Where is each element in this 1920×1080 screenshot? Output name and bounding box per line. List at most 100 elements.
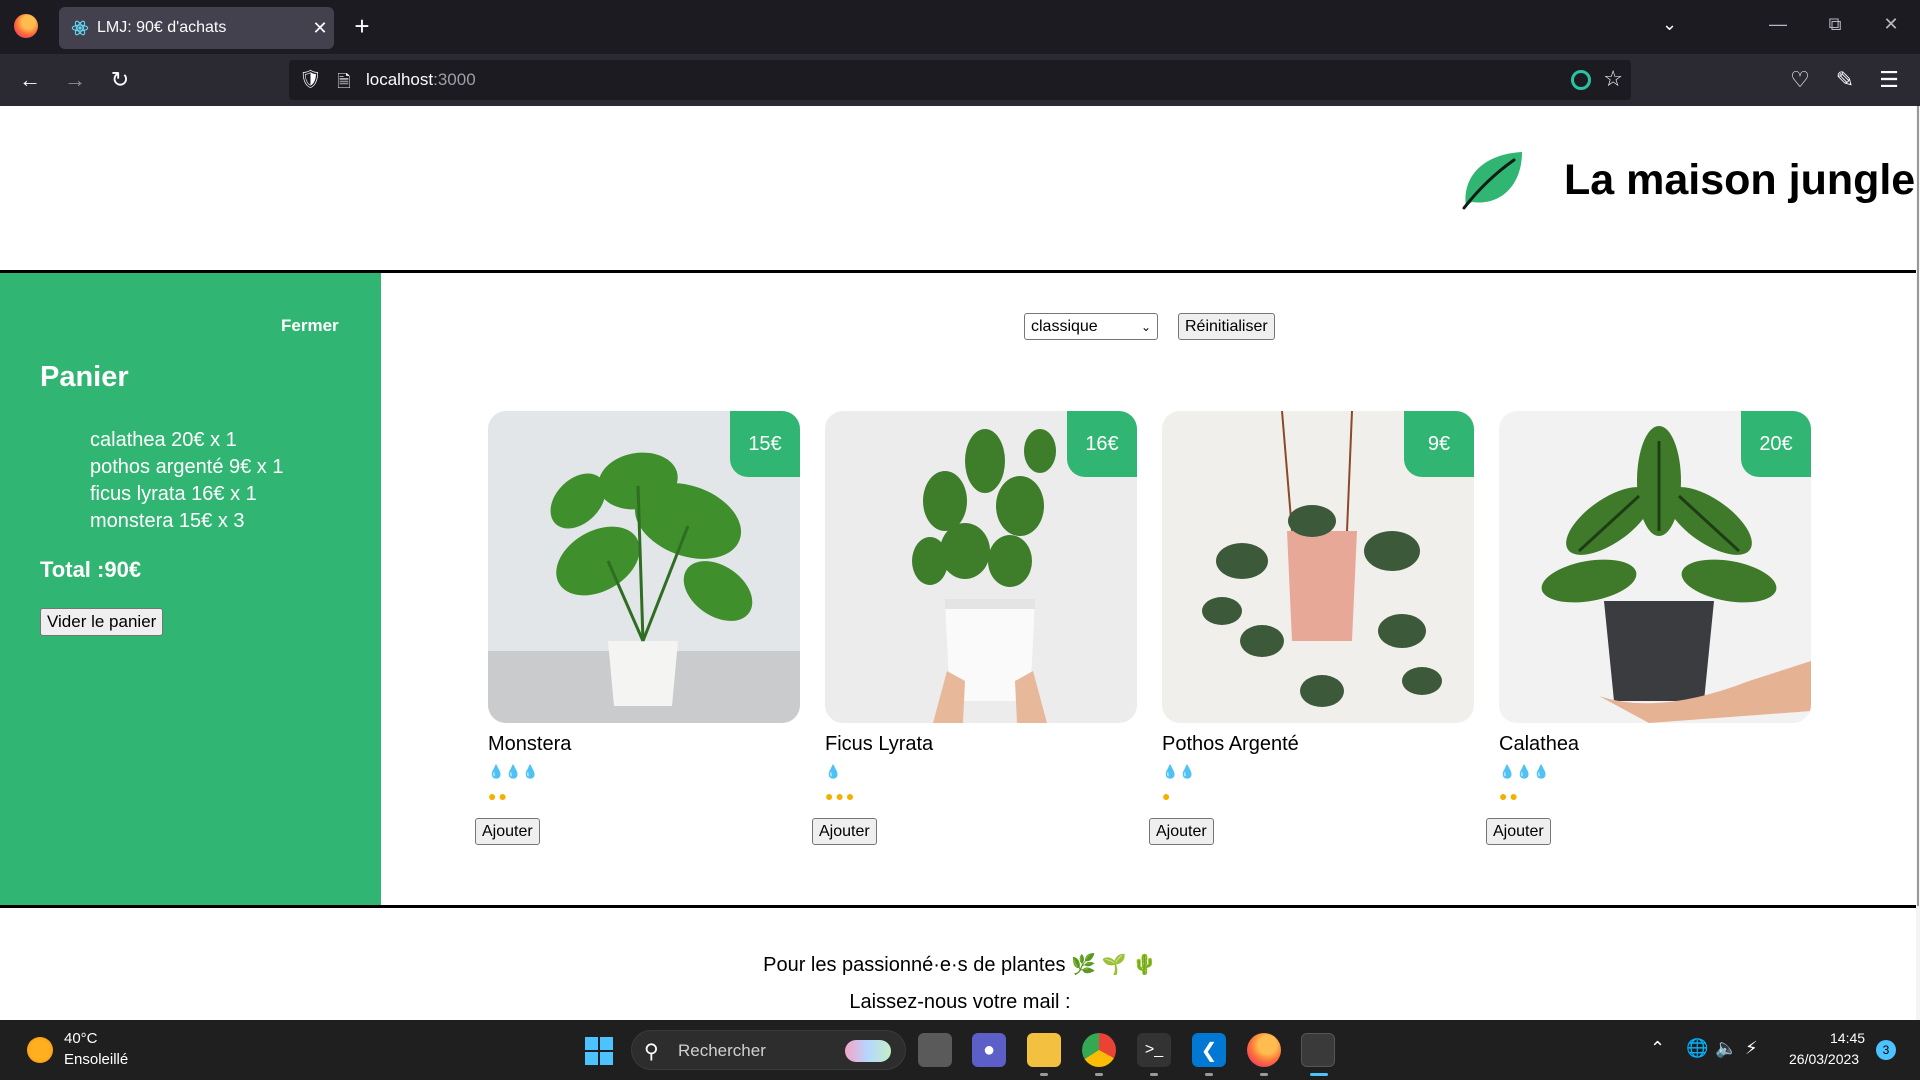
close-window-icon[interactable]: ✕ — [1871, 14, 1911, 35]
plant-name: Ficus Lyrata — [825, 733, 934, 755]
terminal-icon[interactable]: >_ — [1137, 1033, 1171, 1067]
cart-panel: Fermer Panier calathea 20€ x 1 pothos ar… — [0, 273, 381, 905]
search-icon: ⚲ — [644, 1041, 659, 1063]
snipping-tool-icon[interactable] — [1301, 1033, 1335, 1067]
plant-name: Pothos Argenté — [1162, 733, 1299, 755]
price-badge: 20€ — [1741, 411, 1811, 477]
banner: La maison jungle — [0, 106, 1920, 272]
water-care-icons: 💧💧💧 — [1499, 764, 1551, 779]
scrollbar-thumb[interactable] — [1917, 106, 1919, 906]
extensions-icon[interactable]: ✎ — [1831, 66, 1859, 94]
cart-item: pothos argenté 9€ x 1 — [90, 456, 284, 478]
add-to-cart-button[interactable]: Ajouter — [812, 818, 877, 845]
language-icon[interactable]: 🌐 — [1686, 1038, 1708, 1059]
plant-name: Calathea — [1499, 733, 1580, 755]
price-badge: 16€ — [1067, 411, 1137, 477]
light-care-icons: ●● — [1499, 788, 1520, 804]
back-icon[interactable]: ← — [16, 66, 44, 94]
browser-nav-bar: ← → ↻ 🛡 🗎 localhost:3000 ☆ ♡ ✎ ☰ — [0, 54, 1920, 106]
category-select[interactable]: classique ⌄ — [1024, 313, 1158, 340]
running-indicator — [1260, 1073, 1268, 1076]
page-viewport: La maison jungle Fermer Panier calathea … — [0, 106, 1920, 1020]
file-explorer-icon[interactable] — [1027, 1033, 1061, 1067]
plant-name: Monstera — [488, 733, 572, 755]
shopping-list: classique ⌄ Réinitialiser 15€ Monstera 💧… — [381, 273, 1920, 905]
browser-tab-bar: LMJ: 90€ d'achats ✕ + ⌄ — ⧉ ✕ — [0, 0, 1920, 54]
weather-description[interactable]: Ensoleillé — [64, 1051, 128, 1068]
cart-item: calathea 20€ x 1 — [90, 429, 237, 451]
active-indicator — [1310, 1073, 1328, 1076]
search-highlight-icon — [845, 1040, 891, 1062]
firefox-taskbar-icon[interactable] — [1247, 1033, 1281, 1067]
extension-icon[interactable] — [1571, 70, 1591, 90]
reset-button[interactable]: Réinitialiser — [1178, 313, 1275, 340]
windows-taskbar: 40°C Ensoleillé ⚲ Rechercher ● >_ ❮ ⌃ 🌐 … — [0, 1020, 1920, 1080]
water-care-icons: 💧💧 — [1162, 764, 1197, 779]
tab-close-icon[interactable]: ✕ — [306, 18, 334, 39]
sun-weather-icon[interactable] — [27, 1037, 53, 1063]
page-scrollbar[interactable] — [1916, 106, 1920, 1020]
list-tabs-icon[interactable]: ⌄ — [1662, 14, 1677, 35]
price-badge: 9€ — [1404, 411, 1474, 477]
page-info-icon[interactable]: 🗎 — [333, 69, 355, 91]
battery-icon[interactable]: ⚡ — [1745, 1038, 1758, 1059]
tracking-shield-icon[interactable]: 🛡 — [299, 69, 322, 91]
add-to-cart-button[interactable]: Ajouter — [1486, 818, 1551, 845]
url-text[interactable]: localhost:3000 — [366, 70, 476, 90]
taskbar-search[interactable]: ⚲ Rechercher — [631, 1030, 906, 1070]
light-care-icons: ●● — [488, 788, 509, 804]
tray-overflow-icon[interactable]: ⌃ — [1650, 1038, 1665, 1059]
reload-icon[interactable]: ↻ — [106, 66, 134, 94]
weather-temperature[interactable]: 40°C — [64, 1030, 98, 1047]
chrome-icon[interactable] — [1082, 1033, 1116, 1067]
clock-time[interactable]: 14:45 — [1830, 1030, 1865, 1046]
cart-items-list: calathea 20€ x 1 pothos argenté 9€ x 1 f… — [90, 427, 283, 535]
empty-cart-button[interactable]: Vider le panier — [40, 608, 164, 636]
notification-badge[interactable]: 3 — [1876, 1040, 1896, 1060]
light-care-icons: ● — [1162, 788, 1173, 804]
footer-mail-prompt: Laissez-nous votre mail : — [849, 991, 1071, 1013]
price-badge: 15€ — [730, 411, 800, 477]
running-indicator — [1040, 1073, 1048, 1076]
browser-tab-active[interactable]: LMJ: 90€ d'achats ✕ — [59, 7, 334, 49]
tab-title: LMJ: 90€ d'achats — [97, 19, 227, 36]
volume-icon[interactable]: 🔈 — [1715, 1038, 1737, 1059]
search-placeholder: Rechercher — [678, 1041, 766, 1060]
minimize-icon[interactable]: — — [1758, 14, 1798, 35]
bookmark-star-icon[interactable]: ☆ — [1603, 66, 1623, 92]
url-host: localhost — [366, 70, 434, 89]
clock-date[interactable]: 26/03/2023 — [1789, 1051, 1859, 1067]
running-indicator — [1150, 1073, 1158, 1076]
firefox-menu-icon[interactable] — [14, 14, 38, 38]
vscode-icon[interactable]: ❮ — [1192, 1033, 1226, 1067]
cart-item: monstera 15€ x 3 — [90, 510, 245, 532]
site-title: La maison jungle — [1564, 156, 1916, 204]
add-to-cart-button[interactable]: Ajouter — [475, 818, 540, 845]
teams-chat-icon[interactable]: ● — [972, 1033, 1006, 1067]
running-indicator — [1205, 1073, 1213, 1076]
cart-item: ficus lyrata 16€ x 1 — [90, 483, 257, 505]
address-bar[interactable]: 🛡 🗎 localhost:3000 ☆ — [289, 60, 1631, 100]
light-care-icons: ●●● — [825, 788, 857, 804]
category-select-value: classique — [1031, 317, 1098, 335]
cart-title: Panier — [40, 361, 129, 393]
forward-icon[interactable]: → — [61, 66, 89, 94]
restore-icon[interactable]: ⧉ — [1815, 14, 1855, 35]
footer-divider — [0, 905, 1920, 908]
footer-tagline: Pour les passionné·e·s de plantes 🌿 🌱 🌵 — [763, 954, 1157, 976]
close-cart-button[interactable]: Fermer — [281, 316, 339, 336]
leaf-logo-icon — [1462, 152, 1522, 210]
new-tab-button[interactable]: + — [348, 12, 376, 40]
running-indicator — [1095, 1073, 1103, 1076]
cart-total: Total :90€ — [40, 557, 142, 582]
water-care-icons: 💧 — [825, 764, 843, 779]
windows-start-icon[interactable] — [585, 1037, 613, 1065]
react-icon — [71, 20, 89, 36]
add-to-cart-button[interactable]: Ajouter — [1149, 818, 1214, 845]
water-care-icons: 💧💧💧 — [488, 764, 540, 779]
chevron-down-icon: ⌄ — [1140, 319, 1151, 334]
hamburger-menu-icon[interactable]: ☰ — [1875, 66, 1903, 94]
pocket-icon[interactable]: ♡ — [1786, 66, 1814, 94]
task-view-icon[interactable] — [918, 1033, 952, 1067]
url-port: :3000 — [433, 70, 476, 89]
